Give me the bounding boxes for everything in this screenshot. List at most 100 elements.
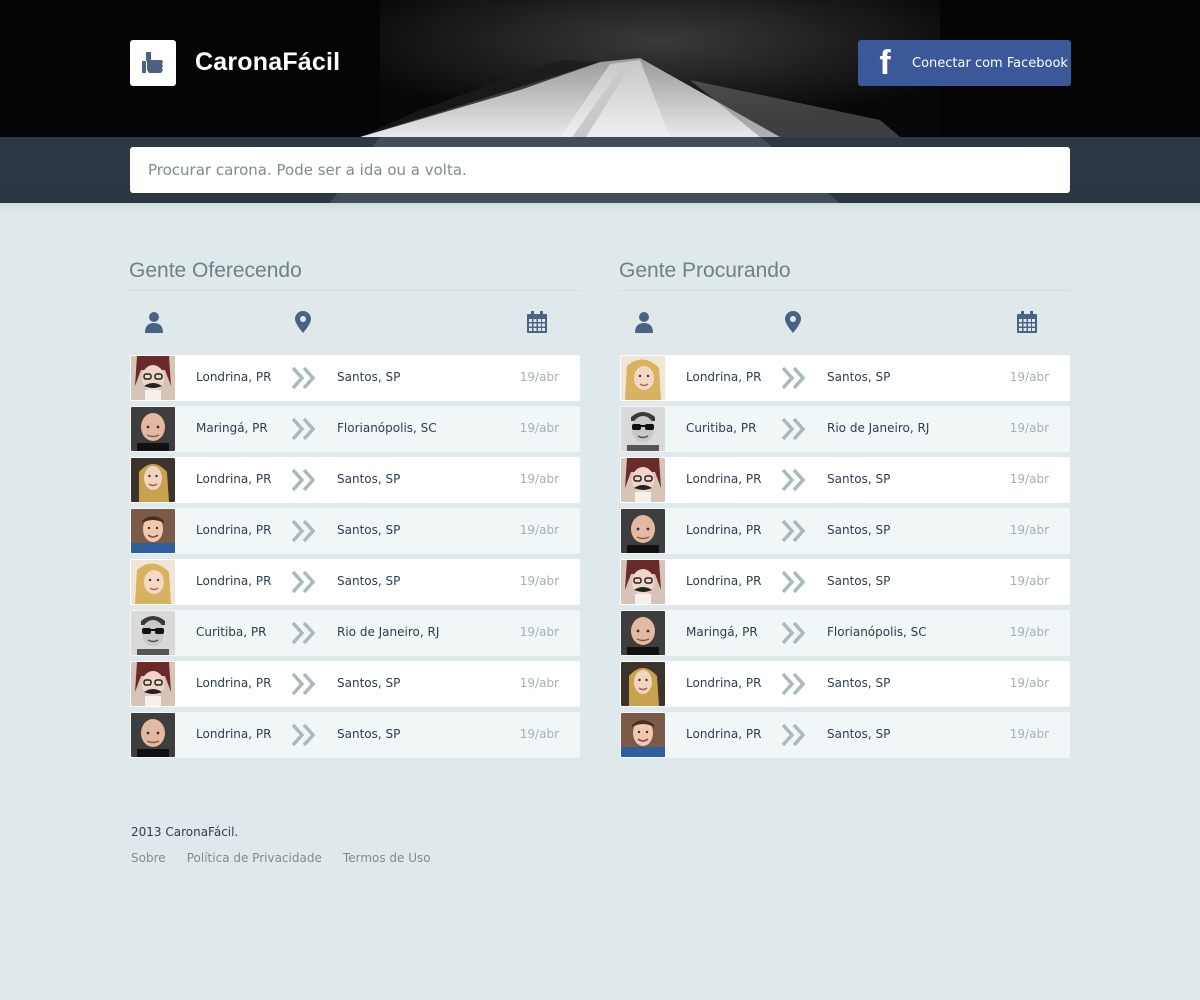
- ride-row[interactable]: Londrina, PR Santos, SP 19/abr: [130, 355, 580, 401]
- facebook-icon: f: [879, 43, 891, 82]
- connect-facebook-button[interactable]: f Conectar com Facebook: [858, 40, 1071, 86]
- destination: Rio de Janeiro, RJ: [337, 625, 440, 639]
- destination: Santos, SP: [827, 727, 891, 741]
- offering-column: Gente Oferecendo Londrina, PR Santos, SP 1…: [129, 256, 580, 763]
- destination: Santos, SP: [827, 574, 891, 588]
- avatar: [131, 458, 175, 502]
- user-icon: [635, 312, 653, 333]
- ride-row[interactable]: Maringá, PR Florianópolis, SC 19/abr: [130, 406, 580, 452]
- destination: Santos, SP: [827, 370, 891, 384]
- date: 19/abr: [1009, 523, 1049, 537]
- copyright: 2013 CaronaFácil.: [131, 825, 239, 839]
- double-chevron-right-icon: [291, 519, 316, 546]
- origin: Maringá, PR: [686, 625, 758, 639]
- map-marker-icon: [785, 311, 801, 333]
- calendar-icon: [1017, 311, 1037, 333]
- ride-row[interactable]: Londrina, PR Santos, SP 19/abr: [620, 508, 1070, 554]
- offering-list: Londrina, PR Santos, SP 19/abr Maringá, PR…: [129, 355, 580, 758]
- seeking-list: Londrina, PR Santos, SP 19/abr Curitiba, P…: [619, 355, 1070, 758]
- double-chevron-right-icon: [291, 366, 316, 393]
- brand-name[interactable]: CaronaFácil: [195, 48, 340, 77]
- destination: Florianópolis, SC: [827, 625, 927, 639]
- band-shadow: [0, 203, 1200, 213]
- avatar: [131, 509, 175, 553]
- origin: Londrina, PR: [196, 676, 272, 690]
- ride-row[interactable]: Londrina, PR Santos, SP 19/abr: [130, 559, 580, 605]
- double-chevron-right-icon: [291, 672, 316, 699]
- offering-title: Gente Oferecendo: [129, 259, 302, 282]
- avatar: [621, 611, 665, 655]
- origin: Londrina, PR: [686, 523, 762, 537]
- origin: Londrina, PR: [686, 370, 762, 384]
- search-band: [0, 137, 1200, 203]
- ride-row[interactable]: Curitiba, PR Rio de Janeiro, RJ 19/abr: [620, 406, 1070, 452]
- origin: Maringá, PR: [196, 421, 268, 435]
- logo[interactable]: [130, 40, 176, 86]
- destination: Santos, SP: [337, 472, 401, 486]
- ride-row[interactable]: Maringá, PR Florianópolis, SC 19/abr: [620, 610, 1070, 656]
- origin: Londrina, PR: [686, 727, 762, 741]
- double-chevron-right-icon: [291, 621, 316, 648]
- date: 19/abr: [1009, 421, 1049, 435]
- seeking-title: Gente Procurando: [619, 259, 791, 282]
- double-chevron-right-icon: [781, 519, 806, 546]
- avatar: [621, 356, 665, 400]
- ride-row[interactable]: Curitiba, PR Rio de Janeiro, RJ 19/abr: [130, 610, 580, 656]
- avatar: [131, 560, 175, 604]
- ride-row[interactable]: Londrina, PR Santos, SP 19/abr: [620, 457, 1070, 503]
- date: 19/abr: [519, 370, 559, 384]
- ride-row[interactable]: Londrina, PR Santos, SP 19/abr: [620, 355, 1070, 401]
- destination: Santos, SP: [827, 523, 891, 537]
- column-header-icons: [129, 291, 580, 355]
- site-footer: 2013 CaronaFácil. Sobre Política de Priv…: [131, 825, 447, 866]
- destination: Santos, SP: [337, 523, 401, 537]
- origin: Londrina, PR: [196, 370, 272, 384]
- destination: Santos, SP: [337, 370, 401, 384]
- avatar: [131, 713, 175, 757]
- avatar: [131, 662, 175, 706]
- origin: Londrina, PR: [196, 574, 272, 588]
- footer-link-privacy[interactable]: Política de Privacidade: [187, 851, 322, 865]
- double-chevron-right-icon: [781, 570, 806, 597]
- date: 19/abr: [1009, 676, 1049, 690]
- date: 19/abr: [1009, 727, 1049, 741]
- ride-row[interactable]: Londrina, PR Santos, SP 19/abr: [130, 712, 580, 758]
- destination: Rio de Janeiro, RJ: [827, 421, 930, 435]
- site-header: CaronaFácil f Conectar com Facebook: [0, 0, 1200, 137]
- thumb-hitchhike-icon: [142, 52, 163, 73]
- footer-link-terms[interactable]: Termos de Uso: [343, 851, 431, 865]
- footer-links: Sobre Política de Privacidade Termos de …: [131, 847, 447, 866]
- calendar-icon: [527, 311, 547, 333]
- double-chevron-right-icon: [291, 570, 316, 597]
- avatar: [131, 611, 175, 655]
- avatar: [131, 356, 175, 400]
- destination: Santos, SP: [337, 676, 401, 690]
- avatar: [621, 509, 665, 553]
- double-chevron-right-icon: [781, 417, 806, 444]
- ride-row[interactable]: Londrina, PR Santos, SP 19/abr: [620, 712, 1070, 758]
- footer-link-sobre[interactable]: Sobre: [131, 851, 166, 865]
- double-chevron-right-icon: [781, 621, 806, 648]
- destination: Santos, SP: [827, 472, 891, 486]
- date: 19/abr: [519, 727, 559, 741]
- avatar: [621, 407, 665, 451]
- double-chevron-right-icon: [781, 723, 806, 750]
- ride-row[interactable]: Londrina, PR Santos, SP 19/abr: [130, 457, 580, 503]
- date: 19/abr: [519, 574, 559, 588]
- origin: Londrina, PR: [686, 574, 762, 588]
- avatar: [621, 713, 665, 757]
- user-icon: [145, 312, 163, 333]
- destination: Florianópolis, SC: [337, 421, 437, 435]
- ride-row[interactable]: Londrina, PR Santos, SP 19/abr: [130, 661, 580, 707]
- origin: Londrina, PR: [196, 523, 272, 537]
- date: 19/abr: [1009, 370, 1049, 384]
- avatar: [621, 662, 665, 706]
- ride-row[interactable]: Londrina, PR Santos, SP 19/abr: [130, 508, 580, 554]
- avatar: [131, 407, 175, 451]
- search-input[interactable]: [130, 147, 1070, 193]
- double-chevron-right-icon: [291, 468, 316, 495]
- date: 19/abr: [519, 421, 559, 435]
- double-chevron-right-icon: [781, 366, 806, 393]
- ride-row[interactable]: Londrina, PR Santos, SP 19/abr: [620, 661, 1070, 707]
- ride-row[interactable]: Londrina, PR Santos, SP 19/abr: [620, 559, 1070, 605]
